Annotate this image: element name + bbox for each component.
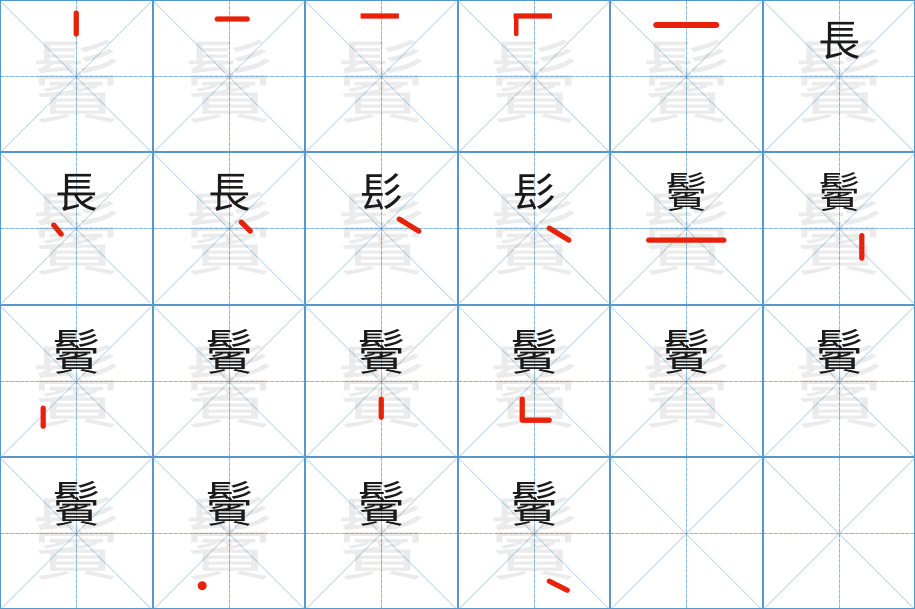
- cell-3-2: 鬢 鬢: [305, 457, 458, 609]
- cell-2-4: 鬢 鬢: [610, 305, 763, 457]
- stroke-svg-2-4: 鬢: [611, 306, 762, 456]
- char-display-2-3: 鬢 鬢: [459, 306, 610, 456]
- cell-3-0: 鬢 鬢: [0, 457, 153, 609]
- char-display-0-0: 鬢: [1, 1, 152, 151]
- svg-text:鬢: 鬢: [510, 479, 558, 532]
- stroke-order-grid: 鬢 鬢 鬢: [0, 0, 915, 609]
- char-display-1-4: 鬢 鬢: [611, 153, 762, 303]
- char-display-0-4: 鬢: [611, 1, 762, 151]
- stroke-svg-0-0: [1, 1, 152, 151]
- char-display-1-5: 鬢 鬢: [764, 153, 915, 303]
- svg-text:髟: 髟: [513, 172, 555, 218]
- char-display-0-3: 鬢: [459, 1, 610, 151]
- stroke-svg-0-4: [611, 1, 762, 151]
- svg-text:髟: 髟: [360, 172, 402, 218]
- svg-text:鬢: 鬢: [205, 479, 253, 532]
- cell-2-1: 鬢 鬢: [153, 305, 306, 457]
- char-display-0-5: 鬢 長: [764, 1, 915, 151]
- cell-1-3: 鬢 髟: [458, 152, 611, 304]
- char-display-2-2: 鬢 鬢: [306, 306, 457, 456]
- char-display-1-3: 鬢 髟: [459, 153, 610, 303]
- stroke-svg-2-1: 鬢: [154, 306, 305, 456]
- stroke-svg-2-3: 鬢: [459, 306, 610, 456]
- char-display-3-2: 鬢 鬢: [306, 458, 457, 608]
- stroke-svg-3-0: 鬢: [1, 458, 152, 608]
- stroke-svg-0-1: [154, 1, 305, 151]
- cell-1-2: 鬢 髟: [305, 152, 458, 304]
- char-display-3-0: 鬢 鬢: [1, 458, 152, 608]
- cell-3-3: 鬢 鬢: [458, 457, 611, 609]
- svg-text:鬢: 鬢: [205, 327, 253, 380]
- cell-1-1: 鬢 長: [153, 152, 306, 304]
- char-display-3-1: 鬢 鬢: [154, 458, 305, 608]
- v-guide-3-4: [686, 458, 687, 608]
- cell-3-5: [763, 457, 915, 609]
- stroke-svg-1-0: 長: [1, 153, 152, 303]
- cell-2-2: 鬢 鬢: [305, 305, 458, 457]
- char-display-2-5: 鬢 鬢: [764, 306, 915, 456]
- char-display-3-3: 鬢 鬢: [459, 458, 610, 608]
- stroke-svg-1-3: 髟: [459, 153, 610, 303]
- char-display-2-4: 鬢 鬢: [611, 306, 762, 456]
- v-guide-3-5: [839, 458, 840, 608]
- cell-1-0: 鬢 長: [0, 152, 153, 304]
- cell-2-3: 鬢 鬢: [458, 305, 611, 457]
- svg-text:鬢: 鬢: [52, 479, 100, 532]
- char-display-2-0: 鬢 鬢: [1, 306, 152, 456]
- stroke-svg-0-3: [459, 1, 610, 151]
- svg-text:鬢: 鬢: [357, 327, 405, 380]
- svg-text:長: 長: [818, 20, 860, 66]
- cell-0-3: 鬢: [458, 0, 611, 152]
- cell-0-0: 鬢: [0, 0, 153, 152]
- cell-1-5: 鬢 鬢: [763, 152, 915, 304]
- stroke-svg-2-2: 鬢: [306, 306, 457, 456]
- stroke-svg-1-2: 髟: [306, 153, 457, 303]
- svg-text:鬢: 鬢: [818, 172, 860, 218]
- char-display-1-1: 鬢 長: [154, 153, 305, 303]
- stroke-svg-0-5: 長: [764, 1, 915, 151]
- cell-0-1: 鬢: [153, 0, 306, 152]
- stroke-svg-3-1: 鬢: [154, 458, 305, 608]
- svg-text:鬢: 鬢: [662, 327, 710, 380]
- cell-3-4: [610, 457, 763, 609]
- h-guide-3-5: [764, 533, 915, 534]
- h-guide-3-4: [611, 533, 762, 534]
- stroke-svg-1-4: 鬢: [611, 153, 762, 303]
- stroke-svg-2-0: 鬢: [1, 306, 152, 456]
- svg-text:鬢: 鬢: [357, 479, 405, 532]
- cell-0-4: 鬢: [610, 0, 763, 152]
- char-display-1-2: 鬢 髟: [306, 153, 457, 303]
- char-display-1-0: 鬢 長: [1, 153, 152, 303]
- cell-2-5: 鬢 鬢: [763, 305, 915, 457]
- cell-3-1: 鬢 鬢: [153, 457, 306, 609]
- char-display-0-1: 鬢: [154, 1, 305, 151]
- svg-text:鬢: 鬢: [52, 327, 100, 380]
- svg-text:鬢: 鬢: [815, 327, 863, 380]
- svg-text:鬢: 鬢: [665, 172, 707, 218]
- stroke-svg-2-5: 鬢: [764, 306, 915, 456]
- stroke-svg-3-3: 鬢: [459, 458, 610, 608]
- char-display-0-2: 鬢: [306, 1, 457, 151]
- stroke-svg-1-5: 鬢: [764, 153, 915, 303]
- stroke-svg-0-2: [306, 1, 457, 151]
- char-display-2-1: 鬢 鬢: [154, 306, 305, 456]
- stroke-svg-3-2: 鬢: [306, 458, 457, 608]
- cell-0-2: 鬢: [305, 0, 458, 152]
- cell-0-5: 鬢 長: [763, 0, 915, 152]
- svg-text:長: 長: [55, 172, 97, 218]
- svg-text:長: 長: [208, 172, 250, 218]
- svg-text:鬢: 鬢: [510, 327, 558, 380]
- cell-2-0: 鬢 鬢: [0, 305, 153, 457]
- cell-1-4: 鬢 鬢: [610, 152, 763, 304]
- stroke-svg-1-1: 長: [154, 153, 305, 303]
